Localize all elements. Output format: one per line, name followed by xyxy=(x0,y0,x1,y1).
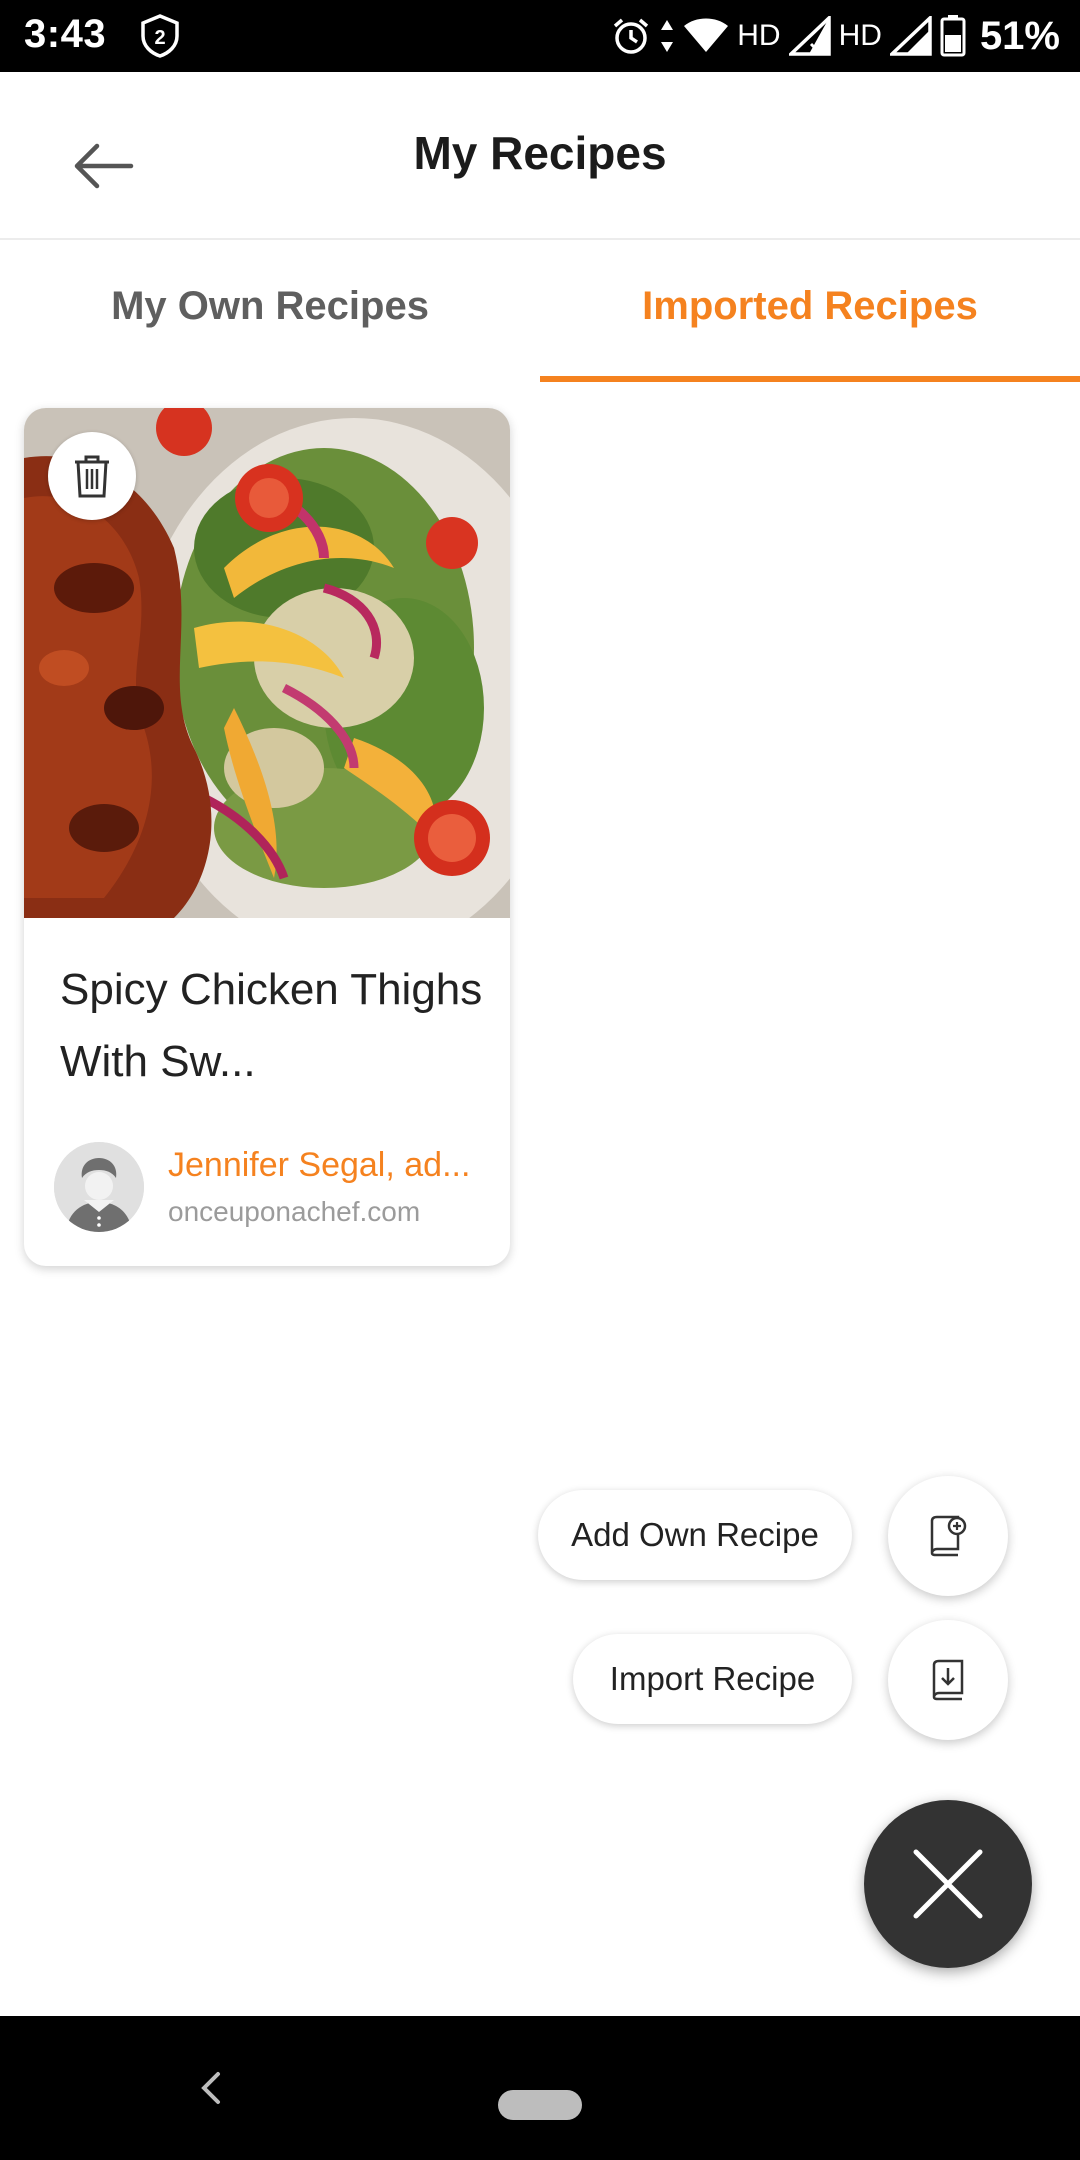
delete-recipe-button[interactable] xyxy=(48,432,136,520)
recipe-card[interactable]: Spicy Chicken Thighs With Sw... Jennifer… xyxy=(24,408,510,1266)
status-icons: HD HD 51% xyxy=(611,10,1060,62)
tab-imported-recipes[interactable]: Imported Recipes xyxy=(540,242,1080,384)
wifi-icon xyxy=(684,18,729,52)
battery-percent: 51% xyxy=(979,13,1060,58)
data-arrows-icon xyxy=(661,20,674,52)
status-bar: 3:43 2 HD HD 51% xyxy=(0,0,1080,72)
status-time: 3:43 xyxy=(24,12,107,56)
shield-badge-icon: 2 xyxy=(141,14,179,58)
book-plus-icon xyxy=(930,1515,967,1557)
battery-icon xyxy=(940,15,966,57)
tab-indicator xyxy=(540,376,1080,382)
author-name: Jennifer Segal, ad... xyxy=(168,1146,471,1184)
book-download-icon xyxy=(932,1659,964,1701)
network-type-1: HD xyxy=(737,19,781,52)
signal-icon xyxy=(889,16,932,56)
app-bar: My Recipes xyxy=(0,72,1080,240)
nav-back-icon xyxy=(201,2072,220,2104)
chef-avatar-icon xyxy=(54,1142,144,1232)
import-recipe-button[interactable] xyxy=(888,1620,1008,1740)
signal-icon xyxy=(788,16,831,56)
recipe-source: onceuponachef.com xyxy=(168,1196,421,1227)
author-avatar xyxy=(54,1142,144,1232)
notification-badge-count: 2 xyxy=(154,27,165,49)
nav-back-button[interactable] xyxy=(180,2058,240,2118)
home-pill-icon[interactable] xyxy=(498,2090,582,2120)
close-speed-dial-button[interactable] xyxy=(864,1800,1032,1968)
network-type-2: HD xyxy=(838,19,882,52)
recipe-title: Spicy Chicken Thighs With Sw... xyxy=(60,965,483,1086)
tab-my-own-recipes[interactable]: My Own Recipes xyxy=(0,242,540,384)
add-own-recipe-button[interactable] xyxy=(888,1476,1008,1596)
recipe-tabs: My Own Recipes Imported Recipes xyxy=(0,242,1080,384)
page-title: My Recipes xyxy=(413,127,667,179)
import-recipe-label[interactable]: Import Recipe xyxy=(573,1634,852,1724)
close-icon xyxy=(913,1849,983,1919)
add-own-recipe-label[interactable]: Add Own Recipe xyxy=(538,1490,852,1580)
trash-icon xyxy=(75,455,109,498)
alarm-icon xyxy=(614,18,649,54)
system-nav-bar xyxy=(0,2016,1080,2160)
